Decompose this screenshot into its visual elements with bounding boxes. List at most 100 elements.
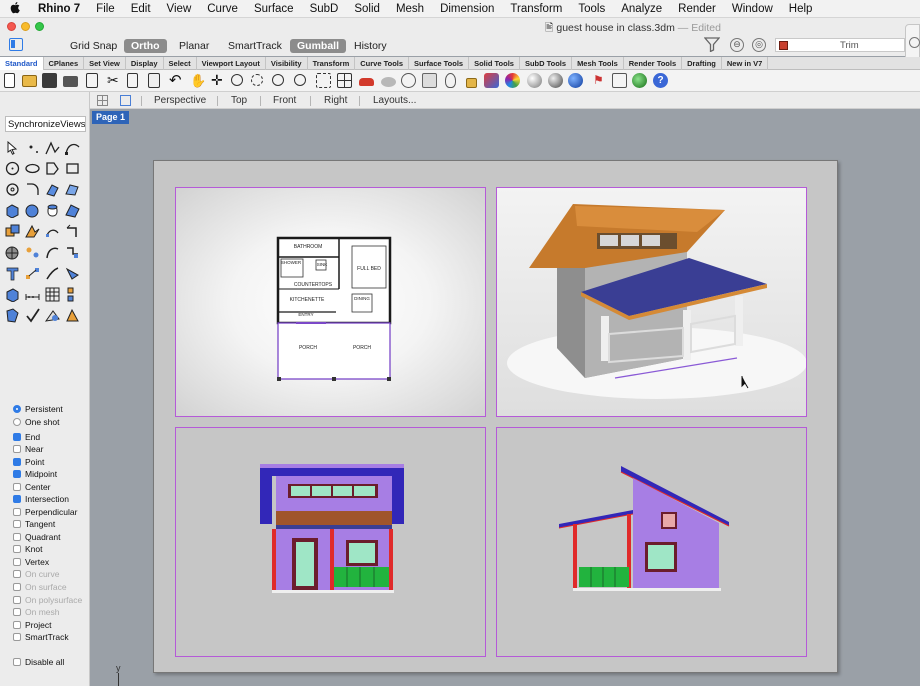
osnap-settings-icon[interactable]: ⊖ — [730, 38, 744, 52]
filter-icon[interactable] — [703, 37, 721, 55]
minimize-window-button[interactable] — [21, 22, 30, 31]
help-icon[interactable]: ? — [653, 73, 668, 88]
render-icon[interactable] — [568, 73, 583, 88]
environment-icon[interactable] — [548, 73, 563, 88]
draft-angle-icon[interactable] — [65, 308, 80, 323]
pointer-flag-icon[interactable]: ⚑ — [593, 73, 608, 88]
open-file-icon[interactable] — [22, 75, 37, 87]
tab-surface-tools[interactable]: Surface Tools — [409, 57, 470, 70]
osnap-vertex-checkbox[interactable]: Vertex — [13, 557, 49, 567]
osnap-on-curve-checkbox[interactable]: On curve — [13, 569, 60, 579]
osnap-point-checkbox[interactable]: Point — [13, 457, 44, 467]
tab-cplanes[interactable]: CPlanes — [44, 57, 85, 70]
menu-surface[interactable]: Surface — [246, 3, 302, 15]
select-arrow-icon[interactable] — [5, 141, 20, 156]
join-icon[interactable] — [65, 245, 80, 260]
zoom-window-button[interactable] — [35, 22, 44, 31]
dimension-icon[interactable] — [612, 73, 627, 88]
osnap-smarttrack-checkbox[interactable]: SmartTrack — [13, 632, 69, 642]
grid-array-icon[interactable] — [45, 287, 60, 302]
tab-perspective[interactable]: Perspective — [154, 95, 206, 106]
layout-sheet[interactable]: BATHROOM SHOWER SINK FULL BED COUNTERTOP… — [153, 160, 838, 673]
osnap-oneshot-radio[interactable]: One shot — [13, 417, 60, 427]
detail-side-elevation[interactable] — [496, 427, 807, 657]
move-icon[interactable] — [45, 266, 60, 281]
menu-view[interactable]: View — [159, 3, 200, 15]
zoom-selected-icon[interactable] — [294, 74, 306, 86]
tab-set-view[interactable]: Set View — [84, 57, 126, 70]
menu-render[interactable]: Render — [670, 3, 724, 15]
render-sphere-icon[interactable] — [527, 73, 542, 88]
light-bulb-icon[interactable] — [445, 73, 456, 88]
osnap-perpendicular-checkbox[interactable]: Perpendicular — [13, 507, 77, 517]
globe-icon[interactable] — [632, 73, 647, 88]
rectangle-icon[interactable] — [65, 161, 80, 176]
tab-subd-tools[interactable]: SubD Tools — [520, 57, 573, 70]
color-wheel-icon[interactable] — [505, 73, 520, 88]
cylinder-icon[interactable] — [45, 203, 60, 218]
sweep-icon[interactable] — [65, 224, 80, 239]
points-on-icon[interactable] — [25, 245, 40, 260]
smarttrack-toggle[interactable]: SmartTrack — [221, 39, 289, 53]
cplane-icon[interactable] — [401, 73, 416, 88]
ellipse-icon[interactable] — [25, 161, 40, 176]
paste-icon[interactable] — [148, 73, 160, 88]
tab-top[interactable]: Top — [231, 95, 247, 106]
osnap-knot-checkbox[interactable]: Knot — [13, 544, 43, 554]
zoom-window-icon[interactable] — [251, 74, 263, 86]
osnap-on-surface-checkbox[interactable]: On surface — [13, 582, 67, 592]
page-tab[interactable]: Page 1 — [92, 111, 130, 124]
close-window-button[interactable] — [7, 22, 16, 31]
split-icon[interactable] — [25, 224, 40, 239]
extrude-icon[interactable] — [45, 182, 60, 197]
menu-analyze[interactable]: Analyze — [613, 3, 670, 15]
tab-mesh-tools[interactable]: Mesh Tools — [572, 57, 624, 70]
menu-file[interactable]: File — [88, 3, 123, 15]
new-file-icon[interactable] — [4, 73, 15, 88]
osnap-tangent-checkbox[interactable]: Tangent — [13, 519, 55, 529]
tab-display[interactable]: Display — [126, 57, 164, 70]
rotate-view-icon[interactable]: ✛ — [211, 73, 226, 88]
analyze-icon[interactable] — [5, 308, 20, 323]
tab-curve-tools[interactable]: Curve Tools — [355, 57, 410, 70]
osnap-midpoint-checkbox[interactable]: Midpoint — [13, 469, 57, 479]
gumball-toggle[interactable]: Gumball — [290, 39, 347, 53]
tab-right[interactable]: Right — [324, 95, 347, 106]
menu-help[interactable]: Help — [781, 3, 821, 15]
orient-icon[interactable] — [65, 266, 80, 281]
box-icon[interactable] — [5, 203, 20, 218]
four-viewports-icon[interactable] — [337, 73, 352, 88]
point-icon[interactable] — [26, 141, 41, 156]
material-icon[interactable] — [484, 73, 499, 88]
print-icon[interactable] — [63, 76, 78, 87]
rebuild-icon[interactable] — [45, 245, 60, 260]
tab-front[interactable]: Front — [273, 95, 296, 106]
copy-icon[interactable] — [127, 73, 138, 88]
text-object-icon[interactable] — [5, 266, 20, 281]
menu-edit[interactable]: Edit — [123, 3, 159, 15]
array-icon[interactable] — [25, 266, 40, 281]
menu-window[interactable]: Window — [724, 3, 781, 15]
properties-icon[interactable] — [422, 73, 437, 88]
menu-subd[interactable]: SubD — [302, 3, 347, 15]
sphere-icon[interactable] — [25, 203, 40, 218]
zoom-icon[interactable] — [231, 74, 243, 86]
arc-icon[interactable] — [5, 182, 20, 197]
detail-floor-plan[interactable]: BATHROOM SHOWER SINK FULL BED COUNTERTOP… — [175, 187, 486, 417]
tab-visibility[interactable]: Visibility — [266, 57, 308, 70]
grid-layout-icon[interactable] — [97, 95, 108, 106]
undo-icon[interactable]: ↶ — [169, 73, 184, 88]
osnap-intersection-checkbox[interactable]: Intersection — [13, 494, 69, 504]
surface-icon[interactable] — [65, 203, 80, 218]
current-layer-dropdown[interactable]: Trim — [775, 38, 905, 52]
curve-icon[interactable] — [65, 141, 80, 156]
menu-solid[interactable]: Solid — [346, 3, 388, 15]
check-icon[interactable] — [25, 308, 40, 323]
osnap-disable-all-checkbox[interactable]: Disable all — [13, 657, 64, 667]
tab-viewport-layout[interactable]: Viewport Layout — [197, 57, 266, 70]
menu-tools[interactable]: Tools — [570, 3, 613, 15]
circle-icon[interactable] — [5, 161, 20, 176]
tab-transform[interactable]: Transform — [308, 57, 356, 70]
detail-front-elevation[interactable] — [175, 427, 486, 657]
polygon-icon[interactable] — [45, 161, 60, 176]
